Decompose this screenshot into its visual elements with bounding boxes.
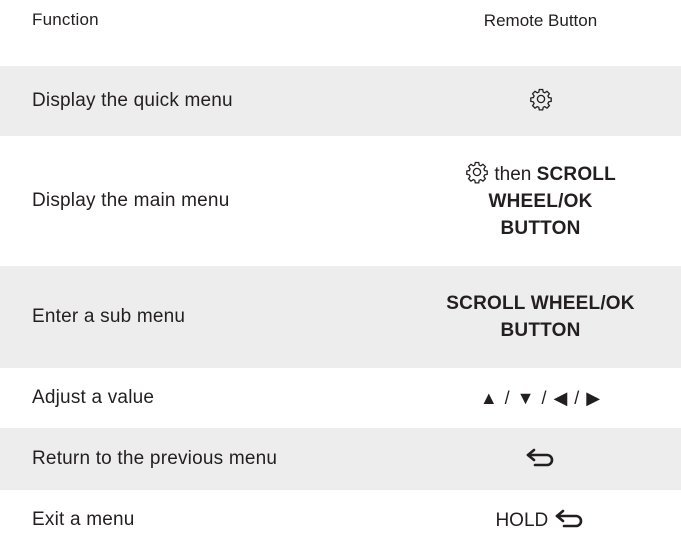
header-remote-button: Remote Button [483, 10, 598, 30]
function-label: Exit a menu [32, 509, 135, 530]
table-row: Exit a menu HOLD [0, 490, 681, 550]
hold-text: HOLD [495, 509, 549, 531]
remote-function-table: Function Remote Button Display the quick… [0, 0, 681, 550]
table-row: Enter a sub menu SCROLL WHEEL/OK BUTTON [0, 266, 681, 368]
table-row: Display the quick menu [0, 66, 681, 136]
function-label: Display the quick menu [32, 90, 233, 111]
remote-button-cell [400, 446, 681, 473]
scroll-wheel-ok-text: SCROLL WHEEL/OK [446, 293, 635, 314]
button-text: BUTTON [500, 218, 581, 239]
table-header: Function Remote Button [0, 0, 681, 40]
remote-button-cell [400, 87, 681, 115]
gear-icon [529, 88, 552, 111]
function-label: Return to the previous menu [32, 448, 278, 469]
table-row: Adjust a value ▲ / ▼ / ◀ / ▶ [0, 368, 681, 428]
function-label: Enter a sub menu [32, 306, 186, 327]
back-arrow-icon [555, 509, 582, 527]
remote-button-cell: HOLD [400, 507, 681, 534]
table-row: Return to the previous menu [0, 428, 681, 490]
wheel-ok-text: WHEEL/OK [488, 191, 593, 212]
table-row: Display the main menu then SCROLL WHEEL/… [0, 136, 681, 266]
function-label: Display the main menu [32, 190, 230, 211]
scroll-text: SCROLL [536, 164, 616, 185]
back-arrow-icon [526, 448, 553, 466]
arrow-buttons: ▲ / ▼ / ◀ / ▶ [479, 387, 602, 408]
gear-icon [466, 161, 488, 184]
then-text: then [494, 164, 532, 185]
function-label: Adjust a value [32, 387, 155, 408]
remote-button-cell: then SCROLL WHEEL/OK BUTTON [400, 160, 681, 242]
button-text: BUTTON [500, 320, 581, 341]
header-function: Function [32, 10, 99, 29]
remote-button-cell: SCROLL WHEEL/OK BUTTON [400, 290, 681, 344]
